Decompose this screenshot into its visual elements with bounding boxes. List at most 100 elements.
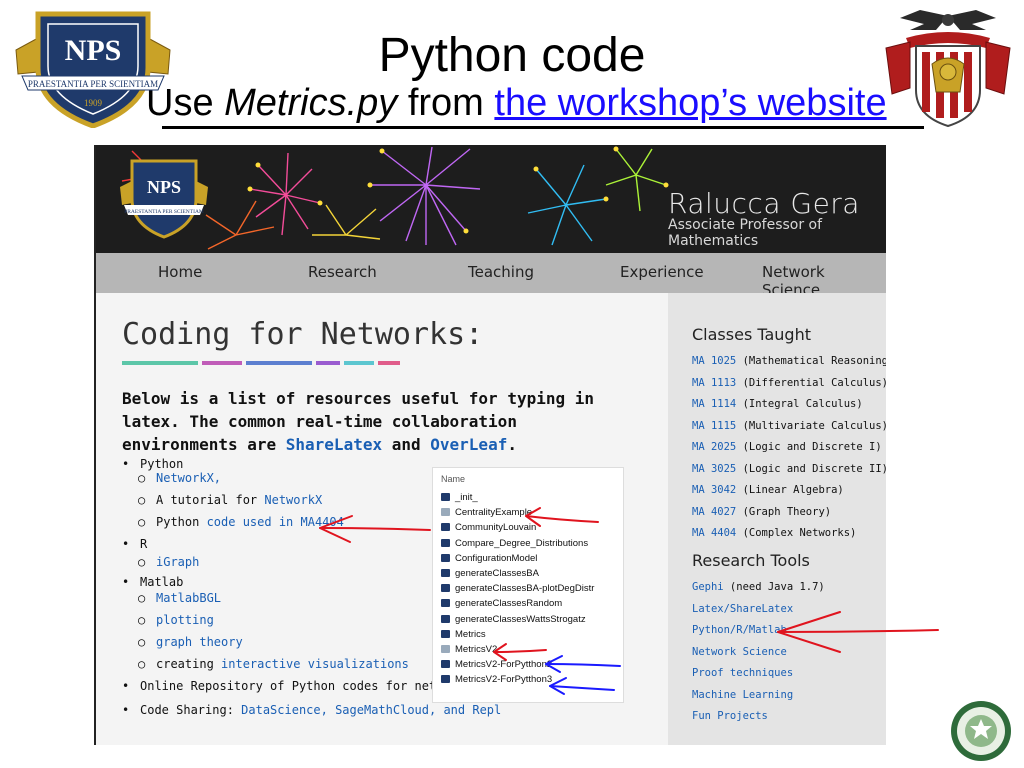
resource-item[interactable]: • Code Sharing: DataScience, SageMathClou… <box>122 703 501 717</box>
sub-bullet-marker: ○ <box>138 591 146 605</box>
file-row[interactable]: CommunityLouvain <box>441 522 536 536</box>
class-code-link[interactable]: MA 3042 <box>692 484 736 496</box>
tool-item[interactable]: Proof techniques <box>692 667 793 679</box>
tool-item[interactable]: Python/R/Matlab <box>692 624 787 636</box>
resource-item[interactable]: ○ A tutorial for NetworkX <box>138 493 322 507</box>
intro-text: and <box>382 435 431 454</box>
tool-item[interactable]: Network Science <box>692 646 787 658</box>
class-item[interactable]: MA 3025 (Logic and Discrete II) <box>692 463 886 475</box>
folder-icon <box>441 675 450 684</box>
file-row[interactable]: CentralityExample <box>441 507 532 521</box>
resource-item[interactable]: ○ MatlabBGL <box>138 591 221 605</box>
class-code-link[interactable]: MA 1115 <box>692 420 736 432</box>
resource-link[interactable]: MatlabBGL <box>156 591 221 605</box>
class-code-link[interactable]: MA 1113 <box>692 377 736 389</box>
folder-icon <box>441 629 450 638</box>
workshop-website-link[interactable]: the workshop’s website <box>494 82 886 124</box>
file-row[interactable]: Compare_Degree_Distributions <box>441 538 588 552</box>
intro-paragraph: Below is a list of resources useful for … <box>122 387 642 456</box>
site-nps-logo: NPS PRAESTANTIA PER SCIENTIAM <box>120 159 208 239</box>
site-logo-motto: PRAESTANTIA PER SCIENTIAM <box>124 209 204 215</box>
tool-link[interactable]: Fun Projects <box>692 710 768 722</box>
tool-link[interactable]: Proof techniques <box>692 667 793 679</box>
file-row[interactable]: Metrics <box>441 629 486 643</box>
class-item[interactable]: MA 1113 (Differential Calculus) <box>692 377 886 389</box>
resource-link[interactable]: NetworkX <box>264 493 322 507</box>
class-item[interactable]: MA 1025 (Mathematical Reasoning) <box>692 355 886 367</box>
bullet-marker: • <box>122 575 130 589</box>
class-code-link[interactable]: MA 4404 <box>692 527 736 539</box>
tool-link[interactable]: Machine Learning <box>692 689 793 701</box>
resource-link[interactable]: graph theory <box>156 635 243 649</box>
file-row[interactable]: generateClassesBA-plotDegDistr <box>441 583 594 597</box>
tool-item[interactable]: Latex/ShareLatex <box>692 603 793 615</box>
class-item[interactable]: MA 1114 (Integral Calculus) <box>692 398 863 410</box>
sub-bullet-marker: ○ <box>138 555 146 569</box>
tool-item[interactable]: Gephi (need Java 1.7) <box>692 581 825 593</box>
resource-item[interactable]: ○ Python code used in MA4404 <box>138 515 344 529</box>
tool-link[interactable]: Latex/ShareLatex <box>692 603 793 615</box>
nps-logo-text: NPS <box>65 34 122 67</box>
tool-item[interactable]: Fun Projects <box>692 710 768 722</box>
resource-link[interactable]: DataScience, SageMathCloud, and Repl <box>241 703 501 717</box>
bullet-marker: • <box>122 457 130 471</box>
heading-stripe <box>344 361 374 365</box>
class-item[interactable]: MA 3042 (Linear Algebra) <box>692 484 844 496</box>
tool-item[interactable]: Machine Learning <box>692 689 793 701</box>
tool-link[interactable]: Gephi <box>692 581 724 593</box>
class-code-link[interactable]: MA 1025 <box>692 355 736 367</box>
class-code-link[interactable]: MA 1114 <box>692 398 736 410</box>
file-name: CommunityLouvain <box>455 522 537 534</box>
file-row[interactable]: _init_ <box>441 492 478 506</box>
tool-link[interactable]: Python/R/Matlab <box>692 624 787 636</box>
resource-item[interactable]: ○ iGraph <box>138 555 199 569</box>
resource-item[interactable]: ○ creating interactive visualizations <box>138 657 409 671</box>
file-name: CentralityExample <box>455 507 533 519</box>
class-code-link[interactable]: MA 2025 <box>692 441 736 453</box>
resource-text: Code Sharing: <box>140 703 242 717</box>
nav-teaching[interactable]: Teaching <box>468 263 534 281</box>
slide-nav-button[interactable] <box>948 698 1014 764</box>
folder-icon <box>441 660 450 669</box>
resource-item[interactable]: ○ NetworkX, <box>138 471 221 485</box>
sharelatex-link[interactable]: ShareLatex <box>286 435 382 454</box>
nav-experience[interactable]: Experience <box>620 263 704 281</box>
banner-subtitle: Associate Professor of Mathematics <box>668 217 823 249</box>
overleaf-link[interactable]: OverLeaf <box>430 435 507 454</box>
file-list-header: Name <box>441 474 466 484</box>
resource-link[interactable]: plotting <box>156 613 214 627</box>
resource-link[interactable]: NetworkX, <box>156 471 221 485</box>
resource-item[interactable]: ○ graph theory <box>138 635 243 649</box>
file-row[interactable]: ConfigurationModel <box>441 553 537 567</box>
sub-bullet-marker: ○ <box>138 493 146 507</box>
resource-item[interactable]: ○ plotting <box>138 613 214 627</box>
nav-research[interactable]: Research <box>308 263 377 281</box>
resource-link[interactable]: iGraph <box>156 555 199 569</box>
nav-home[interactable]: Home <box>158 263 202 281</box>
class-item[interactable]: MA 1115 (Multivariate Calculus) <box>692 420 886 432</box>
file-row[interactable]: generateClassesBA <box>441 568 539 582</box>
classes-heading: Classes Taught <box>692 325 811 344</box>
file-row[interactable]: MetricsV2-ForPytthon3 <box>441 674 552 688</box>
class-item[interactable]: MA 2025 (Logic and Discrete I) <box>692 441 882 453</box>
file-row[interactable]: MetricsV2-ForPytthon2 <box>441 659 552 673</box>
heading-stripe <box>316 361 340 365</box>
python-file-icon <box>441 508 450 517</box>
resource-link[interactable]: code used in MA4404 <box>207 515 344 529</box>
class-code-link[interactable]: MA 3025 <box>692 463 736 475</box>
class-title: (Differential Calculus) <box>736 376 886 389</box>
file-row[interactable]: generateClassesRandom <box>441 598 562 612</box>
file-name: MetricsV2 <box>455 644 498 655</box>
class-item[interactable]: MA 4027 (Graph Theory) <box>692 506 831 518</box>
resource-link[interactable]: interactive visualizations <box>221 657 409 671</box>
class-title: (Mathematical Reasoning) <box>736 355 886 367</box>
class-code-link[interactable]: MA 4027 <box>692 506 736 518</box>
file-row[interactable]: MetricsV2 <box>441 644 497 658</box>
tool-link[interactable]: Network Science <box>692 646 787 658</box>
file-row[interactable]: generateClassesWattsStrogatz <box>441 614 586 628</box>
class-item[interactable]: MA 4404 (Complex Networks) <box>692 527 856 539</box>
sidebar: Classes Taught MA 1025 (Mathematical Rea… <box>668 293 886 745</box>
bullet-marker: • <box>122 703 130 717</box>
sub-bullet-marker: ○ <box>138 613 146 627</box>
west-point-crest <box>885 10 1011 128</box>
